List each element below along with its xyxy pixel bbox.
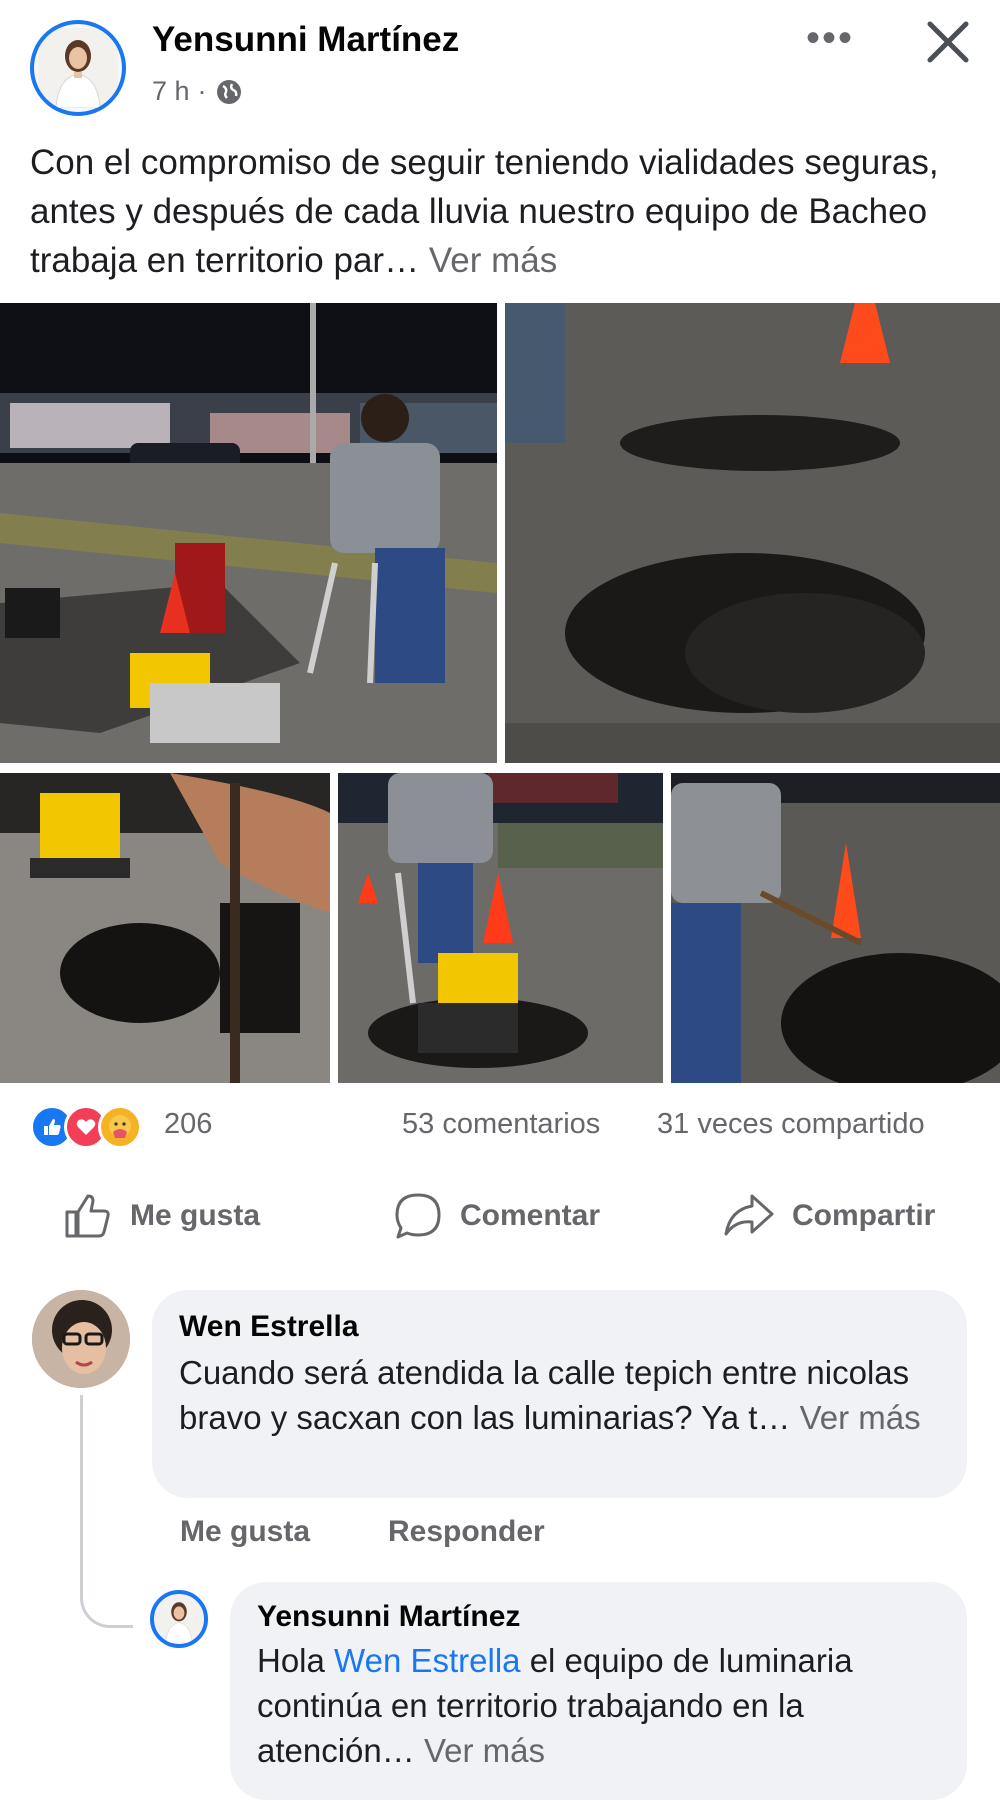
close-icon[interactable]	[920, 14, 976, 70]
post-author-name[interactable]: Yensunni Martínez	[152, 20, 459, 60]
post-time[interactable]: 7 h	[152, 76, 190, 107]
reply-bubble: Yensunni Martínez Hola Wen Estrella el e…	[230, 1582, 967, 1800]
reply-text: Hola Wen Estrella el equipo de luminaria…	[257, 1638, 947, 1773]
comment-bubble: Wen Estrella Cuando será atendida la cal…	[152, 1290, 967, 1498]
comment-author[interactable]: Wen Estrella	[179, 1310, 359, 1344]
comment-label: Comentar	[460, 1199, 601, 1232]
share-arrow-icon	[724, 1194, 774, 1236]
comment-bubble-icon	[395, 1193, 441, 1239]
reply-see-more-link[interactable]: Ver más	[424, 1732, 545, 1769]
comment-text: Cuando será atendida la calle tepich ent…	[179, 1350, 949, 1440]
photo-raking-asphalt[interactable]	[671, 773, 1000, 1083]
reply-thread-line	[80, 1395, 133, 1628]
reply-author-avatar[interactable]	[150, 1590, 208, 1648]
post-meta: 7 h ·	[152, 76, 243, 107]
more-options-icon[interactable]: •••	[806, 18, 854, 58]
post-text: Con el compromiso de seguir teniendo via…	[30, 138, 975, 285]
like-button[interactable]: Me gusta	[62, 1190, 260, 1242]
reply-mention-link[interactable]: Wen Estrella	[334, 1642, 520, 1679]
globe-icon	[216, 79, 241, 104]
comment-button[interactable]: Comentar	[392, 1190, 600, 1242]
comment-like-button[interactable]: Me gusta	[180, 1515, 310, 1549]
comment-see-more-link[interactable]: Ver más	[800, 1399, 921, 1436]
care-reaction-icon	[98, 1105, 142, 1149]
comments-count[interactable]: 53 comentarios	[402, 1108, 600, 1141]
shares-count[interactable]: 31 veces compartido	[657, 1108, 925, 1141]
like-label: Me gusta	[130, 1199, 261, 1232]
commenter-avatar[interactable]	[32, 1290, 130, 1388]
share-label: Compartir	[792, 1199, 936, 1232]
photo-compactor-operator[interactable]	[338, 773, 663, 1083]
avatar-portrait	[38, 28, 118, 108]
comment-reply-button[interactable]: Responder	[388, 1515, 545, 1549]
photo-shoveling-asphalt[interactable]	[0, 773, 330, 1083]
author-avatar[interactable]	[30, 20, 126, 116]
reply-author[interactable]: Yensunni Martínez	[257, 1600, 520, 1634]
thumbs-up-icon	[65, 1194, 110, 1238]
reaction-icons[interactable]	[30, 1105, 142, 1149]
share-button[interactable]: Compartir	[722, 1190, 935, 1242]
photo-worker-compactor[interactable]	[0, 303, 497, 763]
reaction-count[interactable]: 206	[164, 1108, 212, 1141]
see-more-link[interactable]: Ver más	[429, 241, 557, 280]
meta-separator: ·	[197, 76, 207, 106]
photo-patched-asphalt[interactable]	[505, 303, 1000, 763]
reply-greeting: Hola	[257, 1642, 325, 1679]
